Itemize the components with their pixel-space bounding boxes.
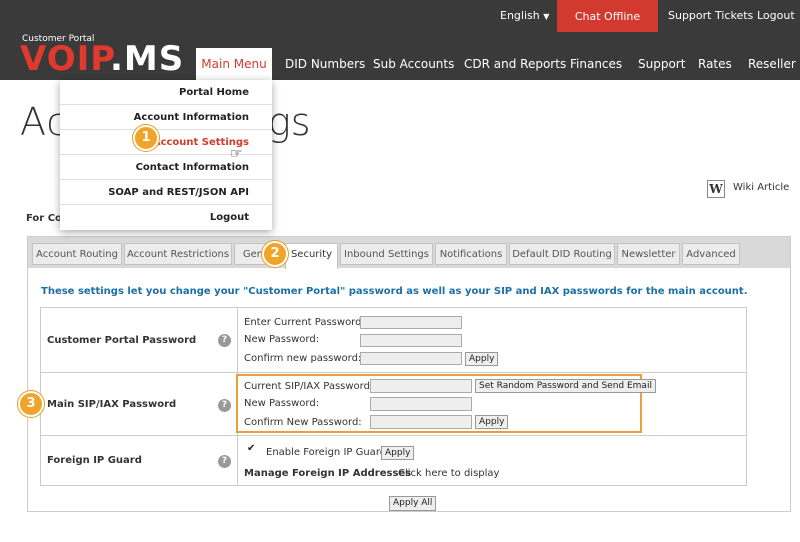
enable-foreign-ip-label: Enable Foreign IP Guard <box>266 447 387 458</box>
sip-password-label: Main SIP/IAX Password <box>47 399 177 410</box>
current-sip-password-label: Current SIP/IAX Password: <box>244 381 374 392</box>
tab-newsletter[interactable]: Newsletter <box>617 243 680 265</box>
nav-did-numbers[interactable]: DID Numbers <box>285 48 365 80</box>
tab-notifications[interactable]: Notifications <box>435 243 507 265</box>
nav-reseller[interactable]: Reseller <box>748 48 796 80</box>
tab-general-label: Gen <box>242 249 264 260</box>
confirm-password-input[interactable] <box>360 352 462 365</box>
step-badge-3: 3 <box>18 391 44 417</box>
enable-foreign-ip-checkbox[interactable]: ✔ <box>247 444 257 454</box>
step-badge-2: 2 <box>262 241 288 267</box>
current-password-input[interactable] <box>360 316 462 329</box>
wiki-article-link[interactable]: Wiki Article <box>733 182 789 193</box>
portal-password-label: Customer Portal Password <box>47 335 197 346</box>
foreign-ip-guard-label: Foreign IP Guard <box>47 455 142 466</box>
security-description: These settings let you change your "Cust… <box>41 286 748 297</box>
menu-item-account-information[interactable]: Account Information <box>60 105 272 130</box>
nav-main-menu[interactable]: Main Menu <box>196 48 272 80</box>
hand-cursor-icon: ☞ <box>230 146 243 162</box>
new-sip-password-label: New Password: <box>244 398 320 409</box>
tab-inbound-settings[interactable]: Inbound Settings <box>340 243 433 265</box>
new-password-input[interactable] <box>360 334 462 347</box>
help-icon[interactable]: ? <box>218 455 231 468</box>
apply-all-button[interactable]: Apply All <box>389 496 437 511</box>
manage-ip-label: Manage Foreign IP Addresses <box>244 468 412 479</box>
nav-finances[interactable]: Finances <box>570 48 622 80</box>
chat-offline-button[interactable]: Chat Offline <box>557 0 658 32</box>
menu-item-soap-api[interactable]: SOAP and REST/JSON API <box>60 180 272 205</box>
voipms-logo[interactable]: VOIP.MS <box>20 42 184 76</box>
confirm-sip-password-label: Confirm New Password: <box>244 417 362 428</box>
confirm-password-label: Confirm new password: <box>244 353 362 364</box>
current-sip-password-input[interactable] <box>370 379 472 393</box>
manage-ip-display-link[interactable]: Click here to display <box>398 468 499 479</box>
language-selector[interactable]: English ▼ <box>500 9 549 22</box>
new-password-label: New Password: <box>244 334 320 345</box>
tab-account-routing[interactable]: Account Routing <box>32 243 122 265</box>
logo-main: VOIP <box>20 39 110 79</box>
current-password-label: Enter Current Password: <box>244 317 365 328</box>
logout-link[interactable]: Logout <box>757 9 795 22</box>
nav-support[interactable]: Support <box>638 48 685 80</box>
nav-sub-accounts[interactable]: Sub Accounts <box>373 48 454 80</box>
caret-down-icon: ▼ <box>543 12 550 21</box>
menu-item-portal-home[interactable]: Portal Home <box>60 80 272 105</box>
support-tickets-link[interactable]: Support Tickets <box>668 9 753 22</box>
chat-label: Chat Offline <box>574 9 641 23</box>
tab-default-did-routing[interactable]: Default DID Routing <box>509 243 615 265</box>
random-password-button[interactable]: Set Random Password and Send Email <box>475 379 656 393</box>
menu-item-logout[interactable]: Logout <box>60 205 272 230</box>
new-sip-password-input[interactable] <box>370 397 472 411</box>
tab-account-restrictions[interactable]: Account Restrictions <box>124 243 232 265</box>
nav-cdr-reports[interactable]: CDR and Reports <box>464 48 566 80</box>
for-account-label: For Co <box>26 213 62 224</box>
nav-rates[interactable]: Rates <box>698 48 732 80</box>
help-icon[interactable]: ? <box>218 399 231 412</box>
page-title-end: gs <box>268 100 311 144</box>
language-label: English <box>500 9 540 22</box>
tab-security[interactable]: Security <box>285 243 338 269</box>
sip-apply-button[interactable]: Apply <box>475 415 509 429</box>
tab-advanced[interactable]: Advanced <box>682 243 740 265</box>
step-badge-1: 1 <box>133 125 159 151</box>
help-icon[interactable]: ? <box>218 334 231 347</box>
guard-apply-button[interactable]: Apply <box>381 446 415 460</box>
logo-suffix: .MS <box>109 39 185 79</box>
portal-apply-button[interactable]: Apply <box>465 352 499 366</box>
confirm-sip-password-input[interactable] <box>370 415 472 429</box>
wikipedia-icon[interactable]: W <box>707 180 725 198</box>
